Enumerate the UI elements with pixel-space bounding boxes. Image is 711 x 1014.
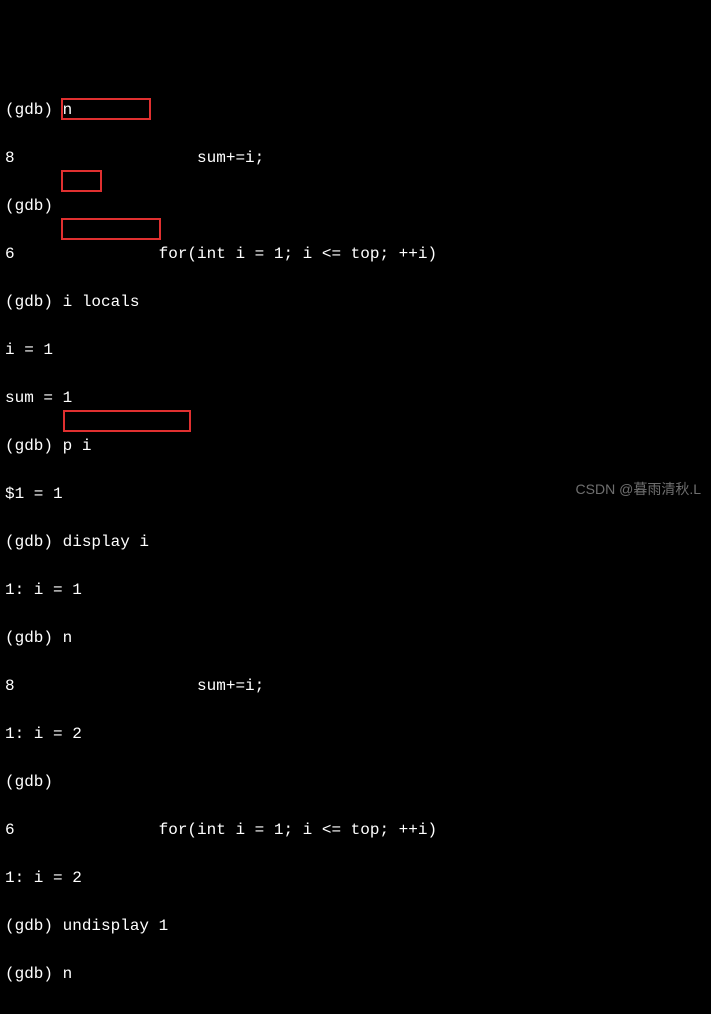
- watermark: CSDN @暮雨清秋.L: [576, 477, 701, 501]
- terminal-line: (gdb) p i: [5, 434, 706, 458]
- terminal-line: (gdb) n: [5, 98, 706, 122]
- command-p-i: p i: [63, 437, 92, 455]
- gdb-prompt: (gdb): [5, 437, 63, 455]
- terminal-line: i = 1: [5, 338, 706, 362]
- terminal-line: (gdb): [5, 770, 706, 794]
- terminal-line: sum = 1: [5, 386, 706, 410]
- terminal-line: (gdb) i locals: [5, 290, 706, 314]
- terminal-line: 1: i = 2: [5, 722, 706, 746]
- gdb-prompt: (gdb): [5, 293, 63, 311]
- terminal-line: (gdb) n: [5, 962, 706, 986]
- terminal-line: (gdb) n: [5, 626, 706, 650]
- terminal-line: (gdb): [5, 194, 706, 218]
- highlight-display-i: [61, 218, 161, 240]
- terminal-line: 1: i = 2: [5, 866, 706, 890]
- terminal-line: 6 for(int i = 1; i <= top; ++i): [5, 818, 706, 842]
- command-i-locals: i locals: [63, 293, 140, 311]
- command-display-i: display i: [63, 533, 149, 551]
- gdb-prompt: (gdb): [5, 917, 63, 935]
- highlight-undisplay-1: [63, 410, 191, 432]
- terminal-line: 6 for(int i = 1; i <= top; ++i): [5, 242, 706, 266]
- terminal-line: (gdb) undisplay 1: [5, 914, 706, 938]
- terminal-line: 8 sum+=i;: [5, 1010, 706, 1014]
- command-undisplay-1: undisplay 1: [63, 917, 169, 935]
- terminal-line: 8 sum+=i;: [5, 674, 706, 698]
- gdb-prompt: (gdb): [5, 533, 63, 551]
- terminal-line: 1: i = 1: [5, 578, 706, 602]
- terminal-line: (gdb) display i: [5, 530, 706, 554]
- terminal-line: 8 sum+=i;: [5, 146, 706, 170]
- highlight-p-i: [61, 170, 102, 192]
